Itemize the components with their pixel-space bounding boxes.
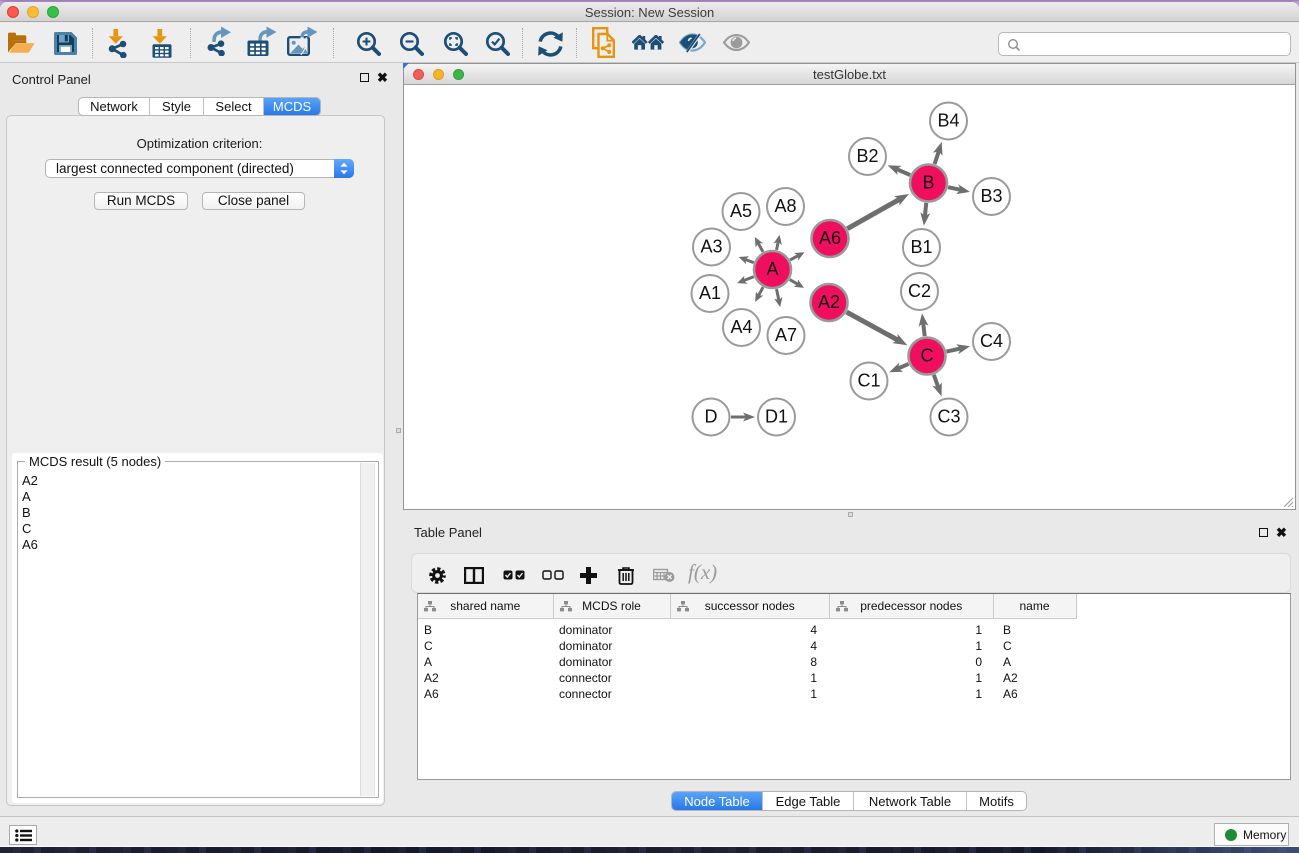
svg-text:C4: C4: [980, 331, 1003, 351]
svg-text:B3: B3: [980, 186, 1002, 206]
svg-text:A7: A7: [775, 325, 797, 345]
svg-text:C2: C2: [908, 281, 931, 301]
svg-text:B: B: [922, 173, 934, 193]
svg-text:B4: B4: [937, 111, 959, 131]
svg-text:A2: A2: [818, 292, 840, 312]
svg-text:A1: A1: [699, 283, 721, 303]
svg-text:A: A: [766, 259, 778, 279]
svg-text:C1: C1: [857, 371, 880, 391]
svg-text:A3: A3: [700, 237, 722, 257]
svg-text:A4: A4: [730, 317, 752, 337]
svg-text:A5: A5: [730, 201, 752, 221]
svg-text:C3: C3: [937, 407, 960, 427]
svg-text:B2: B2: [856, 146, 878, 166]
svg-text:D1: D1: [765, 407, 788, 427]
svg-text:A6: A6: [819, 228, 841, 248]
svg-text:D: D: [705, 407, 718, 427]
svg-text:A8: A8: [774, 196, 796, 216]
svg-text:C: C: [921, 346, 934, 366]
svg-text:B1: B1: [910, 237, 932, 257]
